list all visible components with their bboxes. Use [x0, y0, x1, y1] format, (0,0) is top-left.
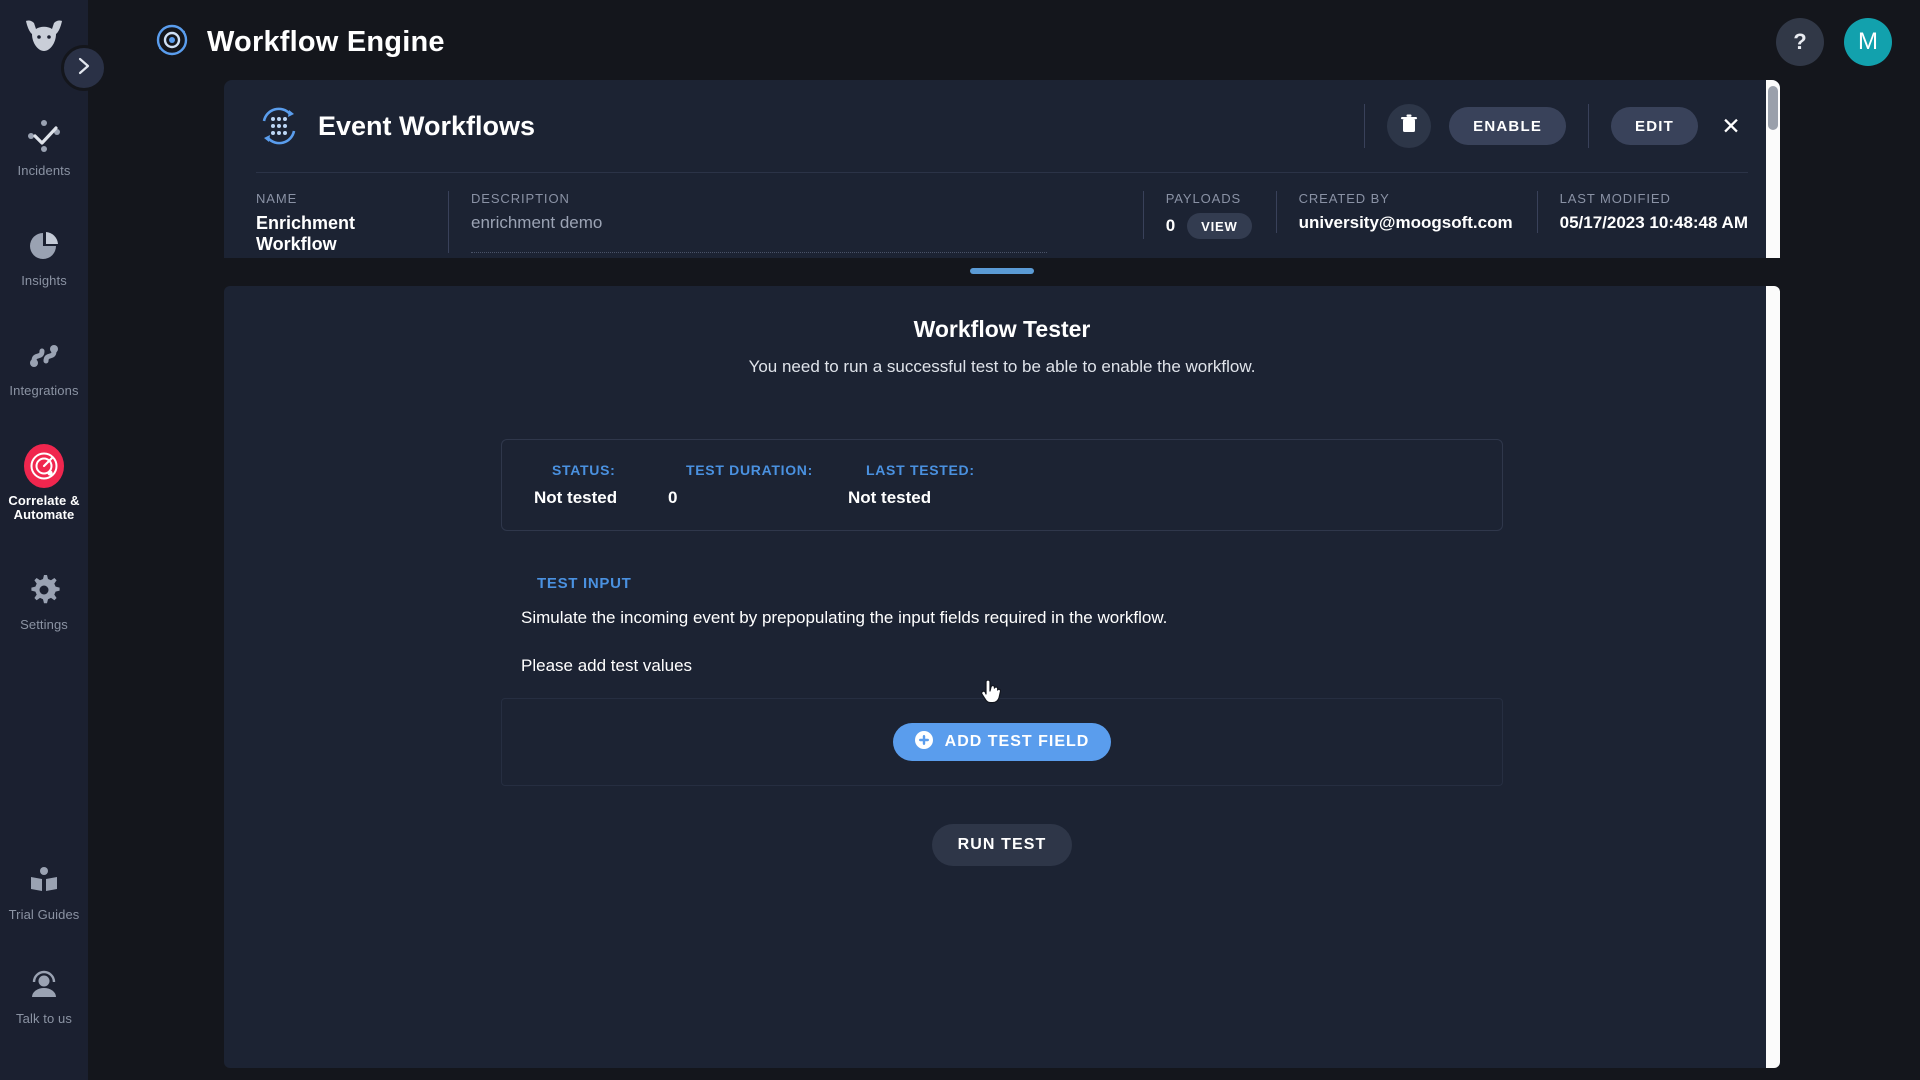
- meta-description-label: DESCRIPTION: [471, 191, 570, 206]
- meta-payloads-value: 0: [1165, 216, 1176, 235]
- meta-right-group: PAYLOADS 0 VIEW CREATED BY university@mo…: [1142, 191, 1748, 239]
- meta-description[interactable]: DESCRIPTION enrichment demo: [448, 191, 1048, 253]
- panel-scrollbar[interactable]: [1766, 286, 1780, 1068]
- sidebar-item-settings[interactable]: Settings: [0, 556, 88, 642]
- last-tested-value: Not tested: [848, 488, 932, 507]
- top-bar-actions: ? M: [1776, 18, 1892, 66]
- status-value: Not tested: [534, 488, 618, 507]
- target-radar-icon: [24, 444, 64, 488]
- sidebar-item-label: Talk to us: [16, 1011, 72, 1026]
- enable-button[interactable]: ENABLE: [1449, 107, 1567, 145]
- sidebar-item-label: Trial Guides: [8, 907, 80, 922]
- gear-icon: [24, 570, 64, 610]
- add-test-field-label: ADD TEST FIELD: [944, 733, 1090, 750]
- sidebar-item-integrations[interactable]: Integrations: [0, 322, 88, 408]
- workflow-meta-row: NAME Enrichment Workflow DESCRIPTION enr…: [256, 172, 1748, 258]
- meta-created-by-value: university@moogsoft.com: [1298, 213, 1513, 232]
- panel-resize-area: [224, 258, 1780, 284]
- meta-payloads: PAYLOADS 0 VIEW: [1142, 191, 1276, 239]
- edit-button[interactable]: EDIT: [1611, 107, 1698, 145]
- close-icon[interactable]: ✕: [1714, 109, 1748, 143]
- panel-scrollbar[interactable]: [1766, 80, 1780, 258]
- event-workflows-dotgrid-icon: [256, 103, 302, 149]
- sidebar-item-insights[interactable]: Insights: [0, 212, 88, 298]
- divider: [1364, 104, 1366, 148]
- top-bar: Workflow Engine ? M: [88, 0, 1920, 84]
- test-input-note: Please add test values: [521, 656, 693, 675]
- test-input-section: TEST INPUT Simulate the incoming event b…: [501, 575, 1503, 676]
- sidebar-toggle-button[interactable]: [61, 45, 107, 91]
- delete-button[interactable]: [1387, 104, 1432, 148]
- status-cell-status: STATUS: Not tested: [534, 462, 668, 508]
- divider: [1588, 104, 1590, 148]
- chevron-right-icon: [76, 56, 92, 81]
- status-cell-duration: TEST DURATION: 0: [668, 462, 848, 508]
- sidebar-item-label: Insights: [21, 273, 67, 288]
- duration-label: TEST DURATION:: [686, 462, 813, 478]
- workflow-cycle-icon: [153, 21, 191, 64]
- pie-chart-icon: [24, 226, 64, 266]
- test-input-description: Simulate the incoming event by prepopula…: [521, 608, 1168, 627]
- test-input-label: TEST INPUT: [537, 575, 632, 592]
- view-payloads-button[interactable]: VIEW: [1187, 213, 1252, 239]
- app-branding: Workflow Engine: [153, 21, 445, 64]
- help-button[interactable]: ?: [1776, 18, 1824, 66]
- meta-description-value: enrichment demo: [471, 213, 603, 232]
- tester-status-box: STATUS: Not tested TEST DURATION: 0 LAST…: [501, 439, 1503, 531]
- sidebar-item-label: Integrations: [9, 383, 79, 398]
- meta-created-by: CREATED BY university@moogsoft.com: [1275, 191, 1537, 233]
- add-test-field-area: ADD TEST FIELD: [501, 698, 1503, 786]
- meta-last-modified: LAST MODIFIED 05/17/2023 10:48:48 AM: [1536, 191, 1748, 233]
- status-cell-last-tested: LAST TESTED: Not tested: [848, 462, 1108, 508]
- panel-title: Event Workflows: [318, 110, 536, 141]
- panel-header: Event Workflows ENABLE EDIT ✕: [256, 80, 1748, 172]
- incidents-nodes-icon: [24, 116, 64, 156]
- run-test-button[interactable]: RUN TEST: [931, 824, 1073, 866]
- sidebar-primary-nav: Incidents Insights Integrations Correlat…: [0, 102, 88, 666]
- app-title: Workflow Engine: [207, 25, 445, 58]
- support-agent-icon: [24, 964, 64, 1004]
- sidebar-item-trial-guides[interactable]: Trial Guides: [0, 846, 88, 932]
- sidebar-item-incidents[interactable]: Incidents: [0, 102, 88, 188]
- sidebar-item-correlate-automate[interactable]: Correlate & Automate: [0, 432, 88, 532]
- plus-circle-icon: [914, 730, 933, 754]
- left-sidebar: Incidents Insights Integrations Correlat…: [0, 0, 88, 1080]
- sidebar-item-talk-to-us[interactable]: Talk to us: [0, 950, 88, 1036]
- sidebar-secondary-nav: Trial Guides Talk to us: [0, 846, 88, 1080]
- meta-name: NAME Enrichment Workflow: [256, 191, 448, 255]
- tester-subtitle: You need to run a successful test to be …: [748, 357, 1256, 376]
- add-test-field-button[interactable]: ADD TEST FIELD: [892, 723, 1112, 761]
- tester-title: Workflow Tester: [913, 316, 1091, 342]
- duration-value: 0: [668, 488, 678, 507]
- meta-name-value: Enrichment Workflow: [256, 213, 356, 254]
- bull-head-logo: [16, 12, 72, 62]
- workflow-tester-panel: Workflow Tester You need to run a succes…: [224, 286, 1780, 1068]
- status-label: STATUS:: [552, 462, 616, 478]
- sidebar-item-label: Correlate & Automate: [8, 493, 80, 522]
- last-tested-label: LAST TESTED:: [866, 462, 975, 478]
- scrollbar-thumb[interactable]: [1768, 86, 1778, 130]
- meta-last-modified-value: 05/17/2023 10:48:48 AM: [1559, 213, 1748, 232]
- meta-last-modified-label: LAST MODIFIED: [1559, 191, 1671, 206]
- panel-action-bar: ENABLE EDIT ✕: [1342, 103, 1748, 149]
- meta-payloads-label: PAYLOADS: [1165, 191, 1242, 206]
- integrations-link-icon: [24, 336, 64, 376]
- panel-drag-handle[interactable]: [970, 268, 1034, 274]
- sidebar-item-label: Settings: [20, 617, 68, 632]
- trash-icon: [1400, 114, 1418, 139]
- meta-name-label: NAME: [256, 191, 298, 206]
- event-workflows-panel: Event Workflows ENABLE EDIT ✕ NAME Enric…: [224, 80, 1780, 258]
- sidebar-item-label: Incidents: [17, 163, 71, 178]
- description-editable-underline: [471, 252, 1047, 253]
- avatar[interactable]: M: [1844, 18, 1892, 66]
- meta-created-by-label: CREATED BY: [1298, 191, 1390, 206]
- open-book-icon: [24, 860, 64, 900]
